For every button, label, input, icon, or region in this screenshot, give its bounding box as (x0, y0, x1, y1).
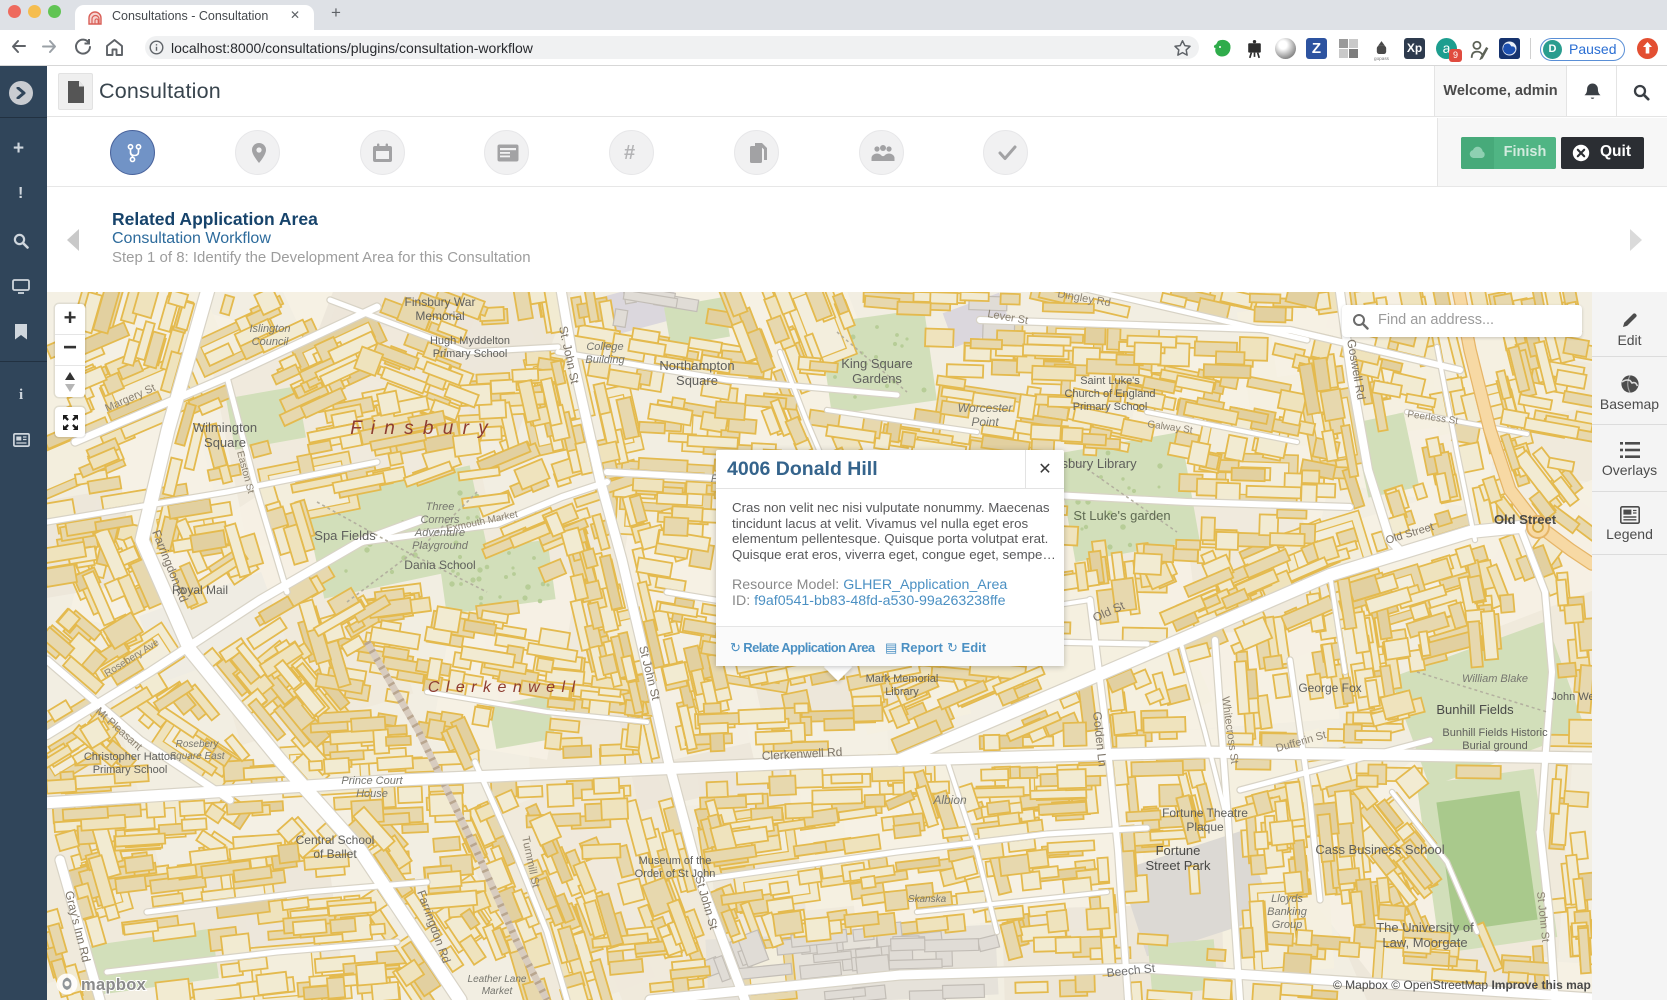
svg-text:Banking: Banking (1267, 906, 1308, 918)
svg-text:William Blake: William Blake (1462, 673, 1528, 685)
svg-text:Street Park: Street Park (1145, 858, 1211, 873)
svg-text:Cass Business School: Cass Business School (1315, 842, 1444, 857)
svg-text:Royal Mail: Royal Mail (172, 583, 228, 597)
svg-text:Point: Point (971, 415, 999, 429)
svg-text:The University of: The University of (1376, 920, 1474, 935)
svg-text:John Wesl: John Wesl (1551, 691, 1592, 703)
svg-text:Dania School: Dania School (404, 558, 475, 572)
svg-text:Adventure: Adventure (414, 527, 465, 539)
svg-text:Bunhill Fields Historic: Bunhill Fields Historic (1442, 727, 1548, 739)
svg-text:Group: Group (1272, 919, 1303, 931)
svg-text:Old Street: Old Street (1494, 512, 1557, 527)
svg-text:Council: Council (252, 336, 289, 348)
svg-text:Prince Court: Prince Court (341, 775, 403, 787)
svg-text:College: College (586, 341, 623, 353)
svg-text:Law, Moorgate: Law, Moorgate (1382, 935, 1467, 950)
svg-text:Finsbury War: Finsbury War (405, 295, 476, 309)
svg-text:of Ballet: of Ballet (313, 847, 357, 861)
svg-text:Spa Fields: Spa Fields (314, 528, 376, 543)
svg-text:House: House (356, 788, 388, 800)
svg-text:King Square: King Square (841, 356, 913, 371)
svg-text:Leather Lane: Leather Lane (468, 974, 527, 985)
svg-text:Fortune: Fortune (1156, 843, 1201, 858)
svg-text:gopass: gopass (1374, 56, 1390, 61)
svg-text:Hugh Myddelton: Hugh Myddelton (430, 335, 510, 347)
svg-text:Plaque: Plaque (1186, 820, 1224, 834)
svg-text:Northampton: Northampton (659, 358, 734, 373)
svg-text:Primary School: Primary School (433, 348, 508, 360)
svg-text:F i n s b u r y: F i n s b u r y (350, 418, 489, 439)
svg-text:Square: Square (676, 373, 718, 388)
svg-text:Square East: Square East (169, 751, 225, 762)
svg-text:Worcester: Worcester (958, 401, 1014, 415)
svg-text:Corners: Corners (420, 514, 460, 526)
svg-text:Museum of the: Museum of the (639, 855, 712, 867)
svg-text:Burial ground: Burial ground (1462, 740, 1527, 752)
svg-text:Square: Square (204, 435, 246, 450)
svg-text:Playground: Playground (412, 540, 469, 552)
svg-text:Albion: Albion (932, 793, 967, 807)
svg-text:Memorial: Memorial (415, 309, 464, 323)
svg-text:George Fox: George Fox (1298, 681, 1361, 695)
svg-text:Library: Library (885, 686, 919, 698)
svg-text:C l e r k e n w e l l: C l e r k e n w e l l (428, 679, 576, 696)
svg-text:Primary School: Primary School (1073, 401, 1148, 413)
svg-text:Building: Building (585, 354, 625, 366)
svg-text:Lloyds: Lloyds (1271, 893, 1303, 905)
svg-text:Market: Market (482, 986, 514, 997)
svg-text:Mark Memorial: Mark Memorial (866, 673, 939, 685)
svg-text:Bunhill Fields: Bunhill Fields (1436, 702, 1514, 717)
svg-text:Christopher Hatton: Christopher Hatton (84, 751, 176, 763)
svg-text:Islington: Islington (250, 323, 291, 335)
svg-text:Gardens: Gardens (852, 371, 902, 386)
svg-text:Three: Three (426, 501, 455, 513)
svg-text:Fortune Theatre: Fortune Theatre (1162, 806, 1248, 820)
svg-text:Primary School: Primary School (93, 764, 168, 776)
svg-text:Wilmington: Wilmington (193, 420, 257, 435)
svg-text:Order of St John: Order of St John (635, 868, 716, 880)
svg-text:Rosebery: Rosebery (176, 739, 220, 750)
svg-text:Saint Luke's: Saint Luke's (1080, 375, 1140, 387)
svg-text:Church of England: Church of England (1064, 388, 1155, 400)
svg-text:St Luke's garden: St Luke's garden (1073, 508, 1170, 523)
svg-text:Central School: Central School (296, 833, 375, 847)
svg-text:Skanska: Skanska (908, 894, 947, 905)
svg-text:mapbox: mapbox (81, 976, 147, 994)
